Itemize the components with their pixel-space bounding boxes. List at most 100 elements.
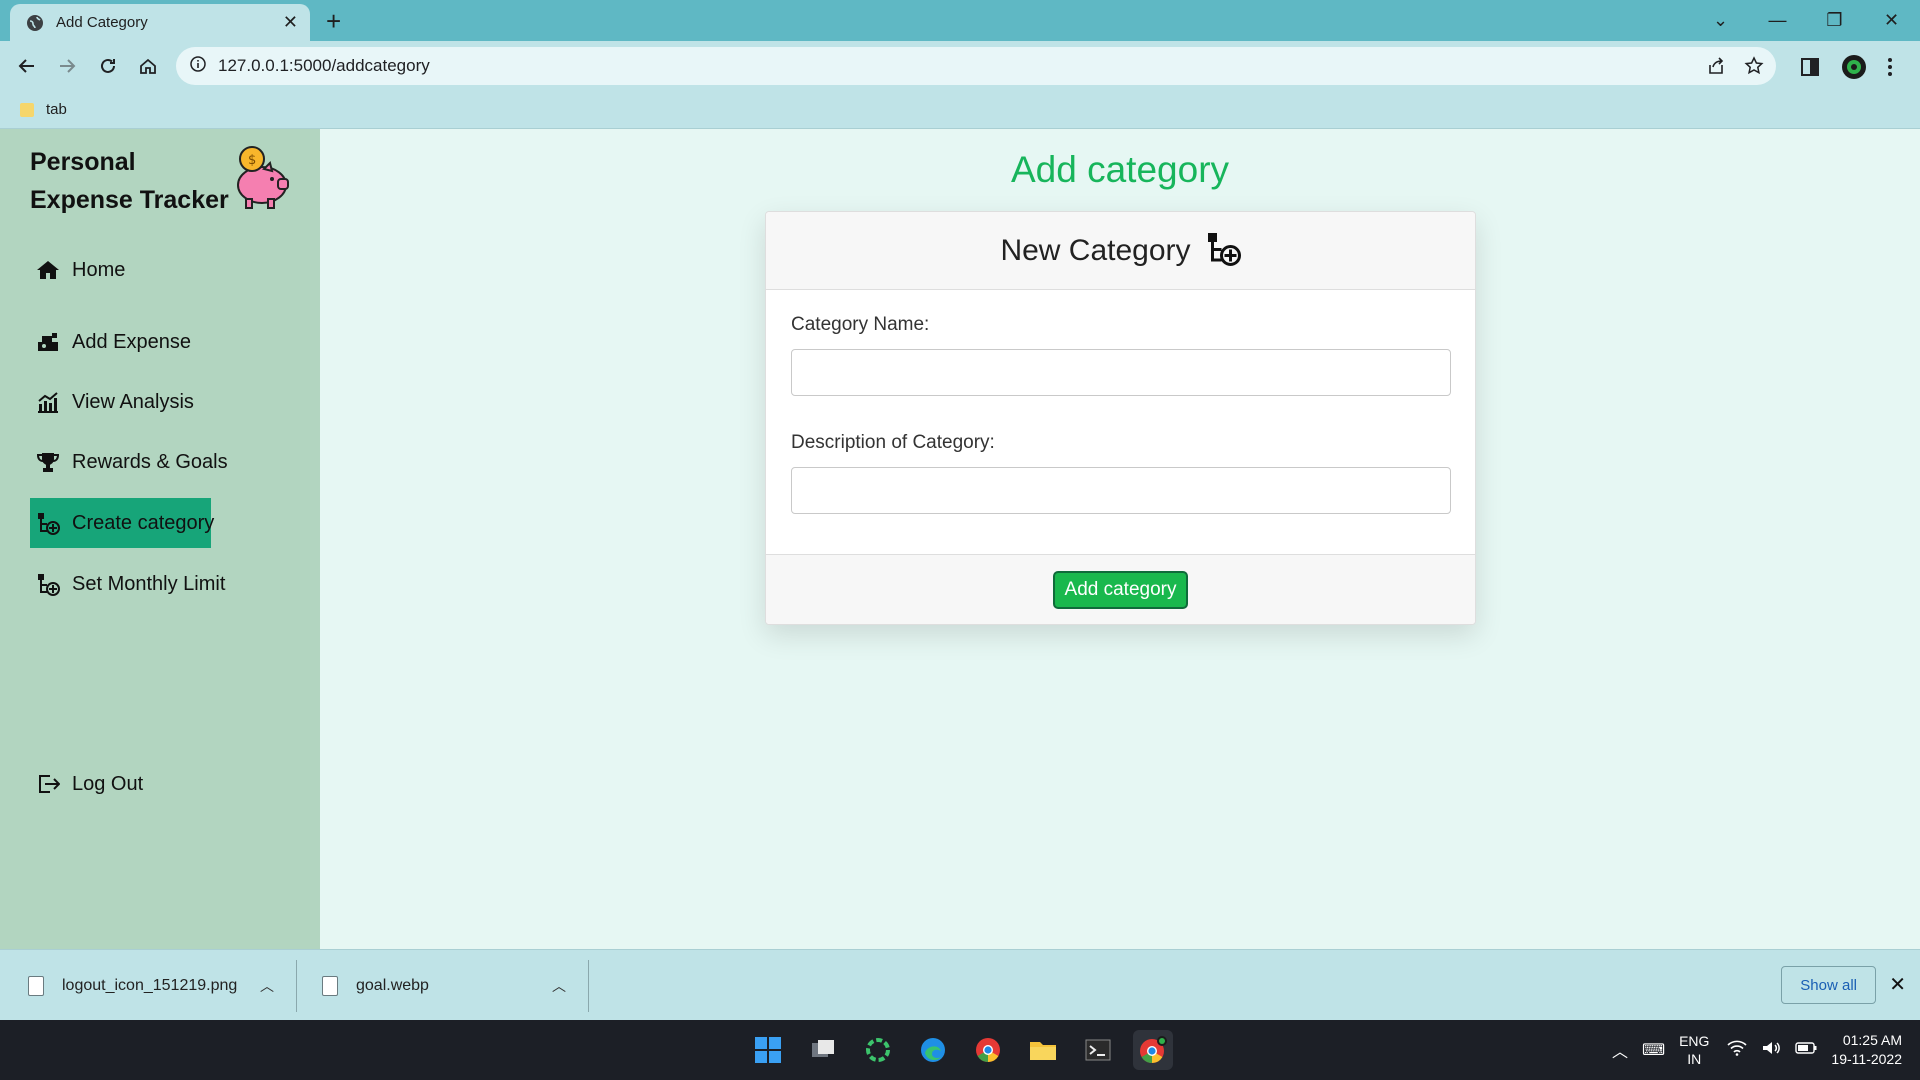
add-expense-icon [36,330,60,354]
category-name-input[interactable] [791,349,1451,396]
show-all-button[interactable]: Show all [1781,966,1876,1004]
piggy-bank-logo: $ [226,145,292,211]
battery-icon[interactable] [1795,1041,1817,1059]
taskbar-apps [748,1030,1173,1070]
terminal-icon[interactable] [1078,1030,1118,1070]
sidebar-item-label: View Analysis [72,390,194,413]
reload-icon[interactable] [96,54,120,78]
taskbar: ︿ ⌨ ENG IN 01:25 AM 19-11-2022 [0,1020,1920,1080]
language-indicator[interactable]: ENG IN [1679,1032,1709,1068]
category-add-icon [36,511,60,535]
forward-icon[interactable] [55,54,79,78]
card-body: Category Name: Description of Category: [766,290,1475,554]
site-info-icon[interactable] [190,55,206,77]
category-add-icon [1205,230,1241,271]
clock-time: 01:25 AM [1842,1032,1902,1048]
sidebar-item-create-category[interactable]: Create category [30,498,215,548]
clock[interactable]: 01:25 AM 19-11-2022 [1831,1031,1902,1069]
card-title: New Category [1000,233,1191,267]
sidebar-item-label: Create category [72,511,215,534]
circular-app-icon[interactable] [858,1030,898,1070]
volume-icon[interactable] [1761,1040,1781,1061]
profile-avatar[interactable] [1841,54,1867,85]
category-name-label: Category Name: [791,314,930,335]
edge-icon[interactable] [913,1030,953,1070]
sidebar-item-add-expense[interactable]: Add Expense [30,317,211,367]
tab-title: Add Category [56,14,148,31]
windows-start-icon[interactable] [748,1030,788,1070]
region-code: IN [1687,1051,1702,1067]
download-item[interactable]: goal.webp ︿ [322,950,578,1021]
toolbar-right [1801,54,1893,85]
main-content: Add category New Category Category Name:… [320,129,1920,949]
category-description-label: Description of Category: [791,432,995,453]
chevron-up-icon[interactable]: ︿ [1612,1038,1628,1062]
sidebar-item-label: Home [72,258,126,281]
task-view-icon[interactable] [803,1030,843,1070]
logout-icon [36,772,60,796]
chevron-up-icon[interactable]: ︿ [260,976,274,996]
window-controls: ⌄ — ❐ ✕ [1692,0,1920,41]
sidebar-item-logout[interactable]: Log Out [30,759,211,809]
sidebar: Personal Expense Tracker $ Home Add Expe… [0,129,320,949]
file-icon [28,975,44,996]
sidebar-item-home[interactable]: Home [30,245,211,295]
new-tab-icon[interactable]: + [326,6,341,37]
bookmarks-bar: tab [0,91,1920,129]
url-text: 127.0.0.1:5000/addcategory [218,56,430,75]
chrome-icon[interactable] [968,1030,1008,1070]
svg-text:$: $ [248,153,256,168]
sidebar-item-label: Rewards & Goals [72,450,228,473]
chrome-profile-icon[interactable] [1133,1030,1173,1070]
tab-search-icon[interactable]: ⌄ [1692,10,1749,31]
home-browser-icon[interactable] [136,54,160,78]
download-filename: goal.webp [356,976,429,994]
home-icon [36,258,60,282]
sidebar-item-label: Log Out [72,772,144,795]
add-category-button[interactable]: Add category [1052,570,1189,609]
close-window-icon[interactable]: ✕ [1863,10,1920,31]
browser-toolbar: 127.0.0.1:5000/addcategory [0,41,1920,91]
wifi-icon[interactable] [1727,1040,1747,1061]
globe-icon [26,14,44,32]
divider [588,960,589,1012]
tab-close-icon[interactable]: ✕ [283,12,298,33]
share-icon[interactable] [1706,56,1726,81]
chart-icon [36,390,60,414]
keyboard-icon[interactable]: ⌨ [1642,1040,1665,1060]
divider [296,960,297,1012]
page-title: Add category [1010,149,1230,190]
category-add-icon [36,572,60,596]
folder-icon [20,102,34,117]
brand-title: Personal Expense Tracker [30,148,229,214]
sidebar-item-view-analysis[interactable]: View Analysis [30,377,211,427]
restore-icon[interactable]: ❐ [1806,10,1863,31]
sidebar-item-label: Set Monthly Limit [72,572,226,595]
close-downloads-icon[interactable]: ✕ [1889,972,1906,997]
sidebar-item-set-monthly-limit[interactable]: Set Monthly Limit [30,559,225,609]
menu-dots-icon[interactable] [1887,57,1893,82]
side-panel-icon[interactable] [1801,58,1819,81]
file-icon [322,975,338,996]
chevron-up-icon[interactable]: ︿ [552,976,566,996]
language-code: ENG [1679,1033,1710,1049]
category-description-input[interactable] [791,467,1451,514]
browser-tab[interactable]: Add Category ✕ [10,4,310,41]
bookmark-tab[interactable]: tab [46,101,67,118]
card-header: New Category [766,212,1475,290]
card-footer: Add category [766,554,1475,624]
category-form-card: New Category Category Name: Description … [765,211,1476,625]
file-explorer-icon[interactable] [1023,1030,1063,1070]
download-filename: logout_icon_151219.png [62,976,238,994]
address-bar[interactable]: 127.0.0.1:5000/addcategory [176,47,1776,85]
minimize-icon[interactable]: — [1749,10,1806,31]
trophy-icon [36,450,60,474]
back-icon[interactable] [15,54,39,78]
downloads-bar: logout_icon_151219.png ︿ goal.webp ︿ Sho… [0,949,1920,1020]
browser-tabbar: Add Category ✕ + ⌄ — ❐ ✕ [0,0,1920,41]
download-item[interactable]: logout_icon_151219.png ︿ [28,950,286,1021]
sidebar-item-rewards-goals[interactable]: Rewards & Goals [30,437,228,487]
system-tray: ︿ ⌨ ENG IN 01:25 AM 19-11-2022 [1612,1020,1902,1080]
bookmark-star-icon[interactable] [1744,56,1764,81]
sidebar-item-label: Add Expense [72,330,191,353]
